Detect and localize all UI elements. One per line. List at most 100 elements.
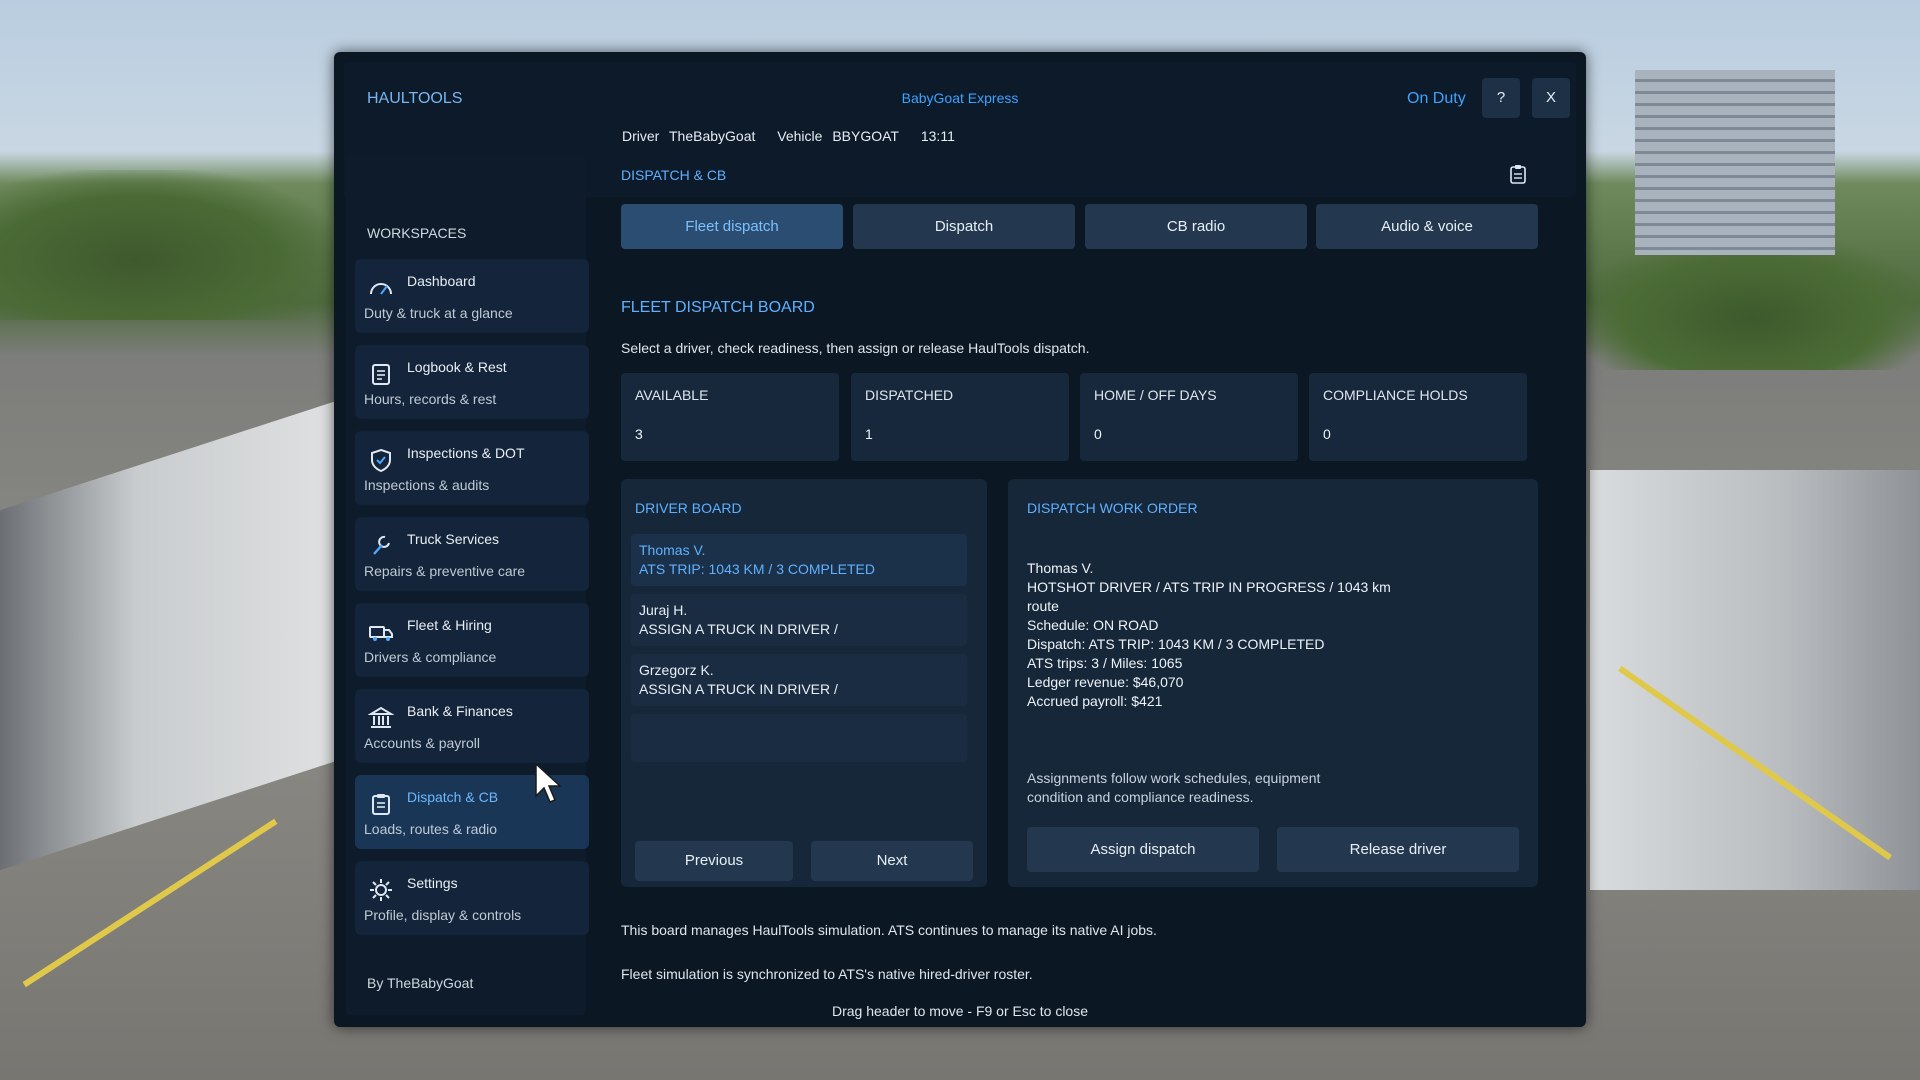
- sidebar-item-subtitle: Loads, routes & radio: [364, 821, 498, 837]
- footer-note: This board manages HaulTools simulation.…: [621, 922, 1157, 938]
- work-order-note-line: Assignments follow work schedules, equip…: [1027, 770, 1321, 786]
- stat-value: 3: [635, 426, 643, 442]
- haultools-window: HAULTOOLS BabyGoat Express On Duty ? X D…: [334, 52, 1586, 1027]
- logbook-icon: [372, 364, 390, 385]
- sidebar-item-fleet-hiring[interactable]: Fleet & Hiring Drivers & compliance: [355, 603, 589, 677]
- clipboard-icon[interactable]: [1509, 164, 1527, 184]
- sidebar-item-settings[interactable]: Settings Profile, display & controls: [355, 861, 589, 935]
- driver-status: ASSIGN A TRUCK IN DRIVER /: [639, 681, 838, 697]
- gear-icon: [370, 879, 392, 901]
- sidebar-item-label: Logbook & Rest: [407, 359, 507, 375]
- wrench-icon: [373, 535, 390, 555]
- stat-dispatched: DISPATCHED 1: [851, 373, 1069, 461]
- sidebar-item-inspections[interactable]: Inspections & DOT Inspections & audits: [355, 431, 589, 505]
- company-name: BabyGoat Express: [901, 90, 1019, 106]
- work-order-details: Thomas V. HOTSHOT DRIVER / ATS TRIP IN P…: [1027, 559, 1407, 711]
- work-order-payroll: Accrued payroll: $421: [1027, 693, 1163, 709]
- speedometer-icon: [370, 283, 392, 295]
- trailer-left: [0, 399, 340, 871]
- work-order-note: Assignments follow work schedules, equip…: [1027, 769, 1367, 807]
- sidebar-item-logbook[interactable]: Logbook & Rest Hours, records & rest: [355, 345, 589, 419]
- sidebar-item-label: Truck Services: [407, 531, 500, 547]
- sidebar-item-dashboard[interactable]: Dashboard Duty & truck at a glance: [355, 259, 589, 333]
- tab-dispatch[interactable]: Dispatch: [853, 204, 1075, 249]
- driver-name: TheBabyGoat: [668, 128, 756, 144]
- mouse-cursor-icon: [535, 762, 562, 803]
- stat-value: 0: [1094, 426, 1102, 442]
- clipboard-icon: [372, 794, 390, 815]
- sidebar-item-label: Settings: [407, 875, 458, 891]
- work-order-dispatch: Dispatch: ATS TRIP: 1043 KM / 3 COMPLETE…: [1027, 636, 1325, 652]
- sidebar-item-subtitle: Hours, records & rest: [364, 391, 497, 407]
- work-order-trips: ATS trips: 3 / Miles: 1065: [1027, 655, 1183, 671]
- sidebar-item-truck-services[interactable]: Truck Services Repairs & preventive care: [355, 517, 589, 591]
- help-button[interactable]: ?: [1482, 78, 1520, 118]
- driver-name: Grzegorz K.: [639, 662, 714, 678]
- sidebar-item-subtitle: Profile, display & controls: [364, 907, 522, 923]
- tab-cb-radio[interactable]: CB radio: [1085, 204, 1307, 249]
- game-time: 13:11: [920, 128, 955, 144]
- shield-check-icon: [371, 448, 391, 473]
- vehicle-label: Vehicle: [777, 128, 823, 144]
- bank-icon: [368, 706, 394, 728]
- trees-left: [0, 170, 340, 320]
- driver-info: Driver TheBabyGoat Vehicle BBYGOAT 13:11: [622, 128, 961, 144]
- work-order-role-cont: route: [1027, 598, 1059, 614]
- sidebar-item-label: Dispatch & CB: [407, 789, 499, 805]
- driver-row[interactable]: Juraj H. ASSIGN A TRUCK IN DRIVER /: [631, 594, 967, 646]
- driver-name: Juraj H.: [639, 602, 688, 618]
- work-order-driver: Thomas V.: [1027, 560, 1094, 576]
- sidebar-item-subtitle: Duty & truck at a glance: [364, 305, 513, 321]
- background-building: [1635, 70, 1835, 255]
- previous-button[interactable]: Previous: [635, 841, 793, 881]
- stat-label: AVAILABLE: [635, 387, 709, 403]
- sidebar-item-label: Fleet & Hiring: [407, 617, 492, 633]
- work-order-schedule: Schedule: ON ROAD: [1027, 617, 1159, 633]
- trees-right: [1585, 240, 1920, 370]
- work-order-note-line: condition and compliance readiness.: [1027, 789, 1254, 805]
- driver-row[interactable]: Thomas V. ATS TRIP: 1043 KM / 3 COMPLETE…: [631, 534, 967, 586]
- driver-board-title: DRIVER BOARD: [635, 500, 742, 516]
- stat-label: DISPATCHED: [865, 387, 954, 403]
- driver-row[interactable]: Grzegorz K. ASSIGN A TRUCK IN DRIVER /: [631, 654, 967, 706]
- sidebar-item-label: Inspections & DOT: [407, 445, 525, 461]
- section-title: FLEET DISPATCH BOARD: [621, 299, 815, 316]
- driver-label: Driver: [622, 128, 660, 144]
- driver-name: Thomas V.: [639, 542, 706, 558]
- assign-dispatch-button[interactable]: Assign dispatch: [1027, 827, 1259, 872]
- section-description: Select a driver, check readiness, then a…: [621, 340, 1090, 356]
- sidebar: WORKSPACES Dashboard Duty & truck at a g…: [346, 155, 589, 1015]
- work-order-role: HOTSHOT DRIVER / ATS TRIP IN PROGRESS / …: [1027, 579, 1391, 595]
- stat-label: COMPLIANCE HOLDS: [1323, 387, 1468, 403]
- sidebar-item-label: Bank & Finances: [407, 703, 513, 719]
- truck-icon: [369, 626, 393, 641]
- duty-status[interactable]: On Duty: [1407, 90, 1466, 108]
- author-byline: By TheBabyGoat: [367, 975, 474, 991]
- vehicle-id: BBYGOAT: [832, 128, 899, 144]
- stat-label: HOME / OFF DAYS: [1094, 387, 1217, 403]
- stat-compliance-holds: COMPLIANCE HOLDS 0: [1309, 373, 1527, 461]
- work-order-revenue: Ledger revenue: $46,070: [1027, 674, 1184, 690]
- footer-sync-note: Fleet simulation is synchronized to ATS'…: [621, 966, 1033, 982]
- sidebar-item-subtitle: Inspections & audits: [364, 477, 490, 493]
- sidebar-item-subtitle: Repairs & preventive care: [364, 563, 526, 579]
- sidebar-item-subtitle: Accounts & payroll: [364, 735, 480, 751]
- stat-value: 0: [1323, 426, 1331, 442]
- tab-audio-voice[interactable]: Audio & voice: [1316, 204, 1538, 249]
- sidebar-item-subtitle: Drivers & compliance: [364, 649, 497, 665]
- stat-available: AVAILABLE 3: [621, 373, 839, 461]
- driver-board: DRIVER BOARD Thomas V. ATS TRIP: 1043 KM…: [621, 479, 987, 887]
- tab-fleet-dispatch[interactable]: Fleet dispatch: [621, 204, 843, 249]
- release-driver-button[interactable]: Release driver: [1277, 827, 1519, 872]
- driver-row-empty: [631, 714, 967, 762]
- sidebar-item-bank-finances[interactable]: Bank & Finances Accounts & payroll: [355, 689, 589, 763]
- stat-home-off-days: HOME / OFF DAYS 0: [1080, 373, 1298, 461]
- workspaces-heading: WORKSPACES: [367, 225, 467, 241]
- work-order-title: DISPATCH WORK ORDER: [1027, 500, 1198, 516]
- driver-status: ATS TRIP: 1043 KM / 3 COMPLETED: [639, 561, 875, 577]
- close-button[interactable]: X: [1532, 78, 1570, 118]
- stat-value: 1: [865, 426, 873, 442]
- driver-status: ASSIGN A TRUCK IN DRIVER /: [639, 621, 838, 637]
- next-button[interactable]: Next: [811, 841, 973, 881]
- sidebar-item-label: Dashboard: [407, 273, 476, 289]
